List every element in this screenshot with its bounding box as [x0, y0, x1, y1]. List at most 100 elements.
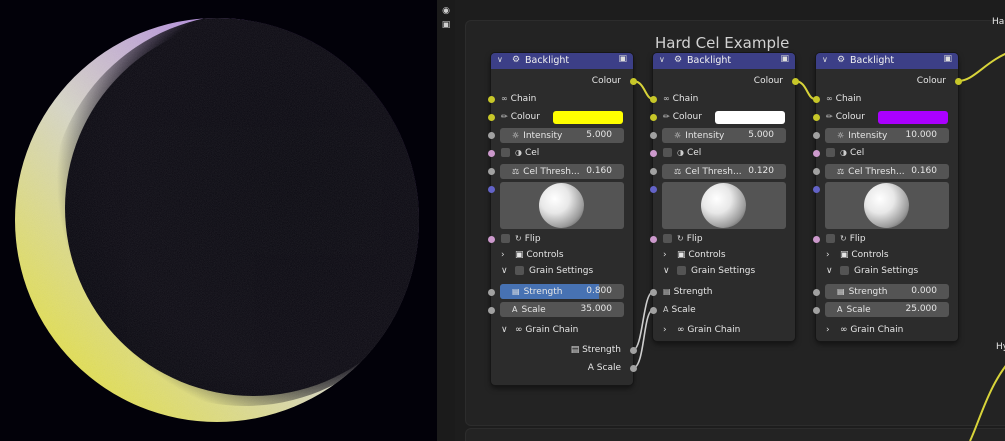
- bars-icon: ▤: [570, 345, 583, 355]
- socket-cel-thresh-in[interactable]: [812, 167, 820, 175]
- lock-icon[interactable]: ▣: [441, 20, 451, 30]
- link-icon: ∞: [663, 94, 670, 103]
- socket-chain-in[interactable]: [487, 95, 495, 103]
- eyedropper-icon: ✏: [826, 112, 833, 121]
- chevron-right-icon: ›: [663, 325, 667, 335]
- collapse-icon[interactable]: ∨: [659, 55, 665, 64]
- node-title: Backlight: [525, 55, 570, 66]
- grain-settings-checkbox[interactable]: [515, 266, 524, 275]
- intensity-field[interactable]: ☼ Intensity 10.000: [825, 128, 949, 143]
- colour-swatch[interactable]: [878, 111, 948, 124]
- offscreen-node-label: Har: [992, 17, 1005, 27]
- socket-strength-in[interactable]: [649, 288, 657, 296]
- grain-settings-panel[interactable]: ∨ Grain Settings: [491, 263, 633, 279]
- scale-field[interactable]: A Scale 35.000: [500, 302, 624, 317]
- bars-icon: ▤: [512, 287, 520, 296]
- cel-checkbox[interactable]: [501, 148, 510, 157]
- grain-chain-panel[interactable]: ∨ ∞ Grain Chain: [491, 322, 633, 338]
- contrast-icon: ◑: [840, 148, 847, 157]
- camera-icon[interactable]: ◉: [441, 6, 451, 16]
- strength-slider[interactable]: ▤ Strength 0.800: [500, 284, 624, 299]
- sun-icon: ☼: [512, 131, 520, 140]
- socket-intensity-in[interactable]: [487, 131, 495, 139]
- cel-thresh-field[interactable]: ⚖ Cel Thresh... 0.160: [825, 164, 949, 179]
- node-header[interactable]: ∨ ⚙ Backlight ▣: [491, 53, 633, 69]
- socket-flip-in[interactable]: [649, 235, 657, 243]
- flip-checkbox[interactable]: [826, 234, 835, 243]
- grain-settings-checkbox[interactable]: [677, 266, 686, 275]
- text-size-icon: A: [587, 363, 597, 373]
- grain-settings-panel[interactable]: ∨ Grain Settings: [816, 263, 958, 279]
- socket-colour-in[interactable]: [649, 113, 657, 121]
- socket-cel-in[interactable]: [812, 149, 820, 157]
- colour-swatch[interactable]: [715, 111, 785, 124]
- intensity-field[interactable]: ☼ Intensity 5.000: [500, 128, 624, 143]
- node-group-icon[interactable]: ▣: [618, 54, 627, 64]
- link-icon: ∞: [840, 325, 848, 335]
- socket-intensity-in[interactable]: [649, 131, 657, 139]
- socket-chain-in[interactable]: [812, 95, 820, 103]
- socket-cel-in[interactable]: [487, 149, 495, 157]
- link-icon: ∞: [677, 325, 685, 335]
- controls-panel[interactable]: › ▣ Controls: [491, 247, 633, 263]
- socket-colour-in[interactable]: [487, 113, 495, 121]
- cel-checkbox[interactable]: [826, 148, 835, 157]
- node-header[interactable]: ∨ ⚙ Backlight ▣: [816, 53, 958, 69]
- socket-flip-in[interactable]: [487, 235, 495, 243]
- node-header[interactable]: ∨ ⚙ Backlight ▣: [653, 53, 795, 69]
- socket-scale-in[interactable]: [649, 306, 657, 314]
- controls-panel[interactable]: › ▣ Controls: [816, 247, 958, 263]
- socket-strength-in[interactable]: [487, 288, 495, 296]
- grain-chain-panel[interactable]: › ∞ Grain Chain: [816, 322, 958, 338]
- contrast-icon: ◑: [677, 148, 684, 157]
- grain-chain-panel[interactable]: › ∞ Grain Chain: [653, 322, 795, 338]
- socket-colour-out[interactable]: [791, 77, 799, 85]
- node-group-icon[interactable]: ▣: [943, 54, 952, 64]
- socket-cel-thresh-in[interactable]: [649, 167, 657, 175]
- backlight-node-1[interactable]: ∨ ⚙ Backlight ▣ Colour ∞ Chain ✏ Colour ☼ I…: [491, 53, 633, 385]
- link-icon: ∞: [501, 94, 508, 103]
- cel-thresh-field[interactable]: ⚖ Cel Thresh... 0.160: [500, 164, 624, 179]
- flip-checkbox[interactable]: [663, 234, 672, 243]
- group-icon: ⚙: [674, 55, 683, 65]
- socket-intensity-in[interactable]: [812, 131, 820, 139]
- socket-chain-in[interactable]: [649, 95, 657, 103]
- backlight-node-3[interactable]: ∨ ⚙ Backlight ▣ Colour ∞ Chain ✏ Colour ☼ I…: [816, 53, 958, 341]
- socket-grain-scale-out[interactable]: [629, 364, 637, 372]
- material-preview: [825, 182, 949, 229]
- node-group-icon[interactable]: ▣: [780, 54, 789, 64]
- strength-field[interactable]: ▤ Strength 0.000: [825, 284, 949, 299]
- collapse-icon[interactable]: ∨: [822, 55, 828, 64]
- input-colour: Colour: [835, 112, 865, 122]
- input-cel: Cel: [524, 148, 540, 158]
- collapse-icon[interactable]: ∨: [497, 55, 503, 64]
- socket-cel-in[interactable]: [649, 149, 657, 157]
- socket-colour-out[interactable]: [954, 77, 962, 85]
- chevron-down-icon: ∨: [501, 325, 508, 335]
- socket-colour-in[interactable]: [812, 113, 820, 121]
- frame-node-lower[interactable]: [465, 428, 1005, 441]
- socket-scale-in[interactable]: [487, 306, 495, 314]
- backlight-node-2[interactable]: ∨ ⚙ Backlight ▣ Colour ∞ Chain ✏ Colour ☼ I…: [653, 53, 795, 341]
- cel-thresh-field[interactable]: ⚖ Cel Thresh... 0.120: [662, 164, 786, 179]
- socket-colour-out[interactable]: [629, 77, 637, 85]
- intensity-field[interactable]: ☼ Intensity 5.000: [662, 128, 786, 143]
- grain-settings-panel[interactable]: ∨ Grain Settings: [653, 263, 795, 279]
- scale-field[interactable]: A Scale 25.000: [825, 302, 949, 317]
- controls-panel[interactable]: › ▣ Controls: [653, 247, 795, 263]
- socket-scale-in[interactable]: [812, 306, 820, 314]
- cel-checkbox[interactable]: [663, 148, 672, 157]
- socket-grain-strength-out[interactable]: [629, 346, 637, 354]
- output-colour: Colour: [591, 76, 621, 86]
- socket-strength-in[interactable]: [812, 288, 820, 296]
- socket-normal-in[interactable]: [649, 185, 657, 193]
- socket-cel-thresh-in[interactable]: [487, 167, 495, 175]
- render-viewport[interactable]: [0, 0, 437, 441]
- grain-settings-checkbox[interactable]: [840, 266, 849, 275]
- flip-checkbox[interactable]: [501, 234, 510, 243]
- colour-swatch[interactable]: [553, 111, 623, 124]
- socket-flip-in[interactable]: [812, 235, 820, 243]
- flip-icon: ↻: [840, 234, 847, 243]
- socket-normal-in[interactable]: [812, 185, 820, 193]
- socket-normal-in[interactable]: [487, 185, 495, 193]
